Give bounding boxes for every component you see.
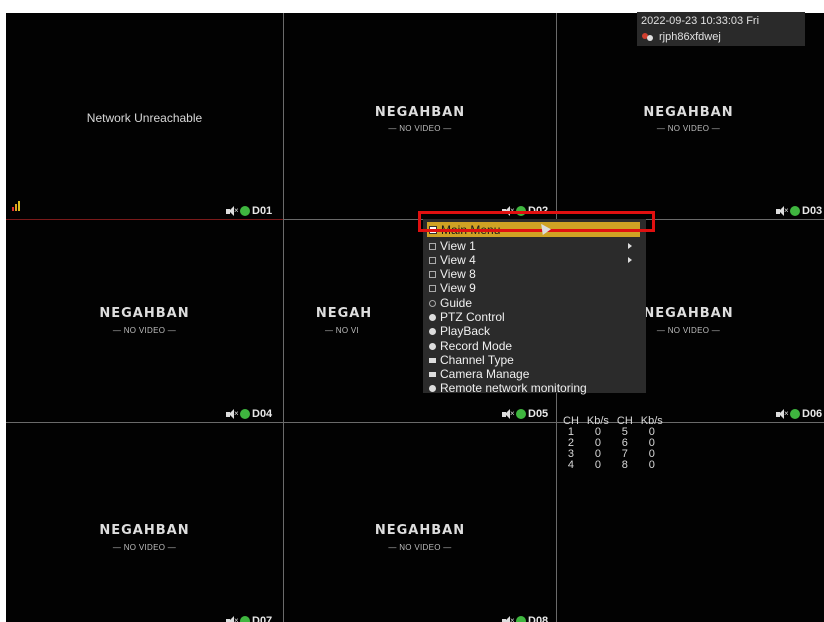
menu-item-label: View 4 [440,253,476,267]
channel-cell-d02[interactable]: NEGAHBAN — NO VIDEO — × D02 [284,13,556,219]
speaker-muted-icon: × [226,409,239,419]
no-video-label: — NO VIDEO — [388,543,452,552]
grid-divider [6,219,283,220]
menu-item-view-4[interactable]: View 4 [429,253,640,267]
brand-logo: NEGAHBAN [99,523,190,538]
menu-item-playback[interactable]: PlayBack [429,324,490,338]
menu-item-label: View 1 [440,239,476,253]
cell: 0 [594,459,601,471]
table-row: 4 0 8 0 [559,460,667,471]
menu-item-label: PlayBack [440,324,491,338]
no-video-label: — NO VIDEO — [656,124,721,133]
online-dot-icon [790,206,800,216]
view1-icon [429,242,436,250]
channel-status: × D03 [776,205,822,217]
menu-item-view-9[interactable]: View 9 [429,281,476,295]
user-icon [642,32,654,42]
speaker-muted-icon: × [502,409,515,419]
submenu-arrow-icon [628,257,632,263]
bitrate-table: CH Kb/s CH Kb/s 1050 2060 3070 4080 [559,416,667,471]
channel-cell-d07[interactable]: NEGAHBAN — NO VIDEO — × D07 [6,423,283,622]
menu-item-record-mode[interactable]: Record Mode [429,339,512,353]
menu-item-label: PTZ Control [440,310,505,324]
grid-divider [283,13,284,622]
channel-status: × D07 [226,615,272,622]
menu-item-label: Channel Type [440,353,514,367]
brand-logo: NEGAHBAN [374,105,466,120]
channel-status: × D04 [226,408,272,420]
datetime-text: 2022-09-23 10:33:03 Fri [641,15,760,27]
cell: 0 [648,459,655,471]
channel-cell-d04[interactable]: NEGAHBAN — NO VIDEO — × D04 [6,220,283,422]
channel-cell-d01[interactable]: Network Unreachable × D01 [6,13,283,219]
channel-status: × D01 [226,205,272,217]
menu-item-view-1[interactable]: View 1 [429,239,640,253]
signal-bars-icon [12,201,20,211]
highlight-box [418,211,655,232]
channel-status: × D06 [776,408,822,420]
camera-icon [429,371,436,377]
brand-logo: NEGAHBAN [643,105,734,120]
menu-item-label: Guide [440,296,473,310]
no-video-label: — NO VIDEO — [112,543,177,552]
guide-icon [429,299,436,307]
speaker-muted-icon: × [776,206,789,216]
context-menu: Main Menu View 1 View 4 View 8 View 9 Gu… [423,219,646,395]
datetime-overlay: 2022-09-23 10:33:03 Fri rjph86xfdwej [637,12,805,46]
grid-divider [6,422,824,423]
menu-item-label: View 9 [440,281,476,295]
no-video-label: — NO VIDEO — [388,124,452,133]
submenu-arrow-icon [628,243,632,249]
menu-item-label: Remote network monitoring [440,381,587,395]
online-dot-icon [240,409,250,419]
channel-label: D05 [528,408,549,420]
channel-status: × D05 [502,408,548,420]
menu-item-label: Camera Manage [440,367,530,381]
online-dot-icon [516,409,526,419]
menu-item-remote-monitoring[interactable]: Remote network monitoring [429,381,587,395]
speaker-muted-icon: × [226,206,239,216]
cell: 4 [567,459,574,471]
channel-label: D08 [528,615,549,622]
no-video-label: — NO VIDEO — [112,326,177,335]
menu-item-label: View 8 [440,267,476,281]
online-dot-icon [516,616,526,622]
menu-item-ptz-control[interactable]: PTZ Control [429,310,505,324]
ptz-icon [429,313,436,321]
channel-label: D01 [252,205,273,217]
channel-status: × D08 [502,615,548,622]
dvr-screen: Network Unreachable × D01 NEGAHBAN — NO … [6,13,824,622]
view9-icon [429,284,436,292]
brand-logo: NEGAHBAN [374,523,466,538]
user-info: rjph86xfdwej [642,31,721,43]
menu-item-view-8[interactable]: View 8 [429,267,476,281]
channel-type-icon [429,357,436,363]
speaker-muted-icon: × [776,409,789,419]
channel-label: D06 [802,408,823,420]
view8-icon [429,270,436,278]
cell: 8 [621,459,628,471]
network-unreachable-text: Network Unreachable [86,111,203,125]
menu-item-channel-type[interactable]: Channel Type [429,353,514,367]
username-text: rjph86xfdwej [659,31,721,43]
channel-label: D07 [252,615,273,622]
channel-cell-d08[interactable]: NEGAHBAN — NO VIDEO — × D08 [284,423,556,622]
view4-icon [429,256,436,264]
record-icon [429,342,436,350]
brand-logo: NEGAHBAN [99,306,190,321]
speaker-muted-icon: × [226,616,239,622]
channel-label: D04 [252,408,273,420]
speaker-muted-icon: × [502,616,515,622]
online-dot-icon [240,616,250,622]
remote-icon [429,384,436,392]
playback-icon [429,327,436,335]
menu-item-label: Record Mode [440,339,513,353]
menu-item-guide[interactable]: Guide [429,296,472,310]
online-dot-icon [240,206,250,216]
online-dot-icon [790,409,800,419]
channel-label: D03 [802,205,823,217]
menu-item-camera-manage[interactable]: Camera Manage [429,367,529,381]
